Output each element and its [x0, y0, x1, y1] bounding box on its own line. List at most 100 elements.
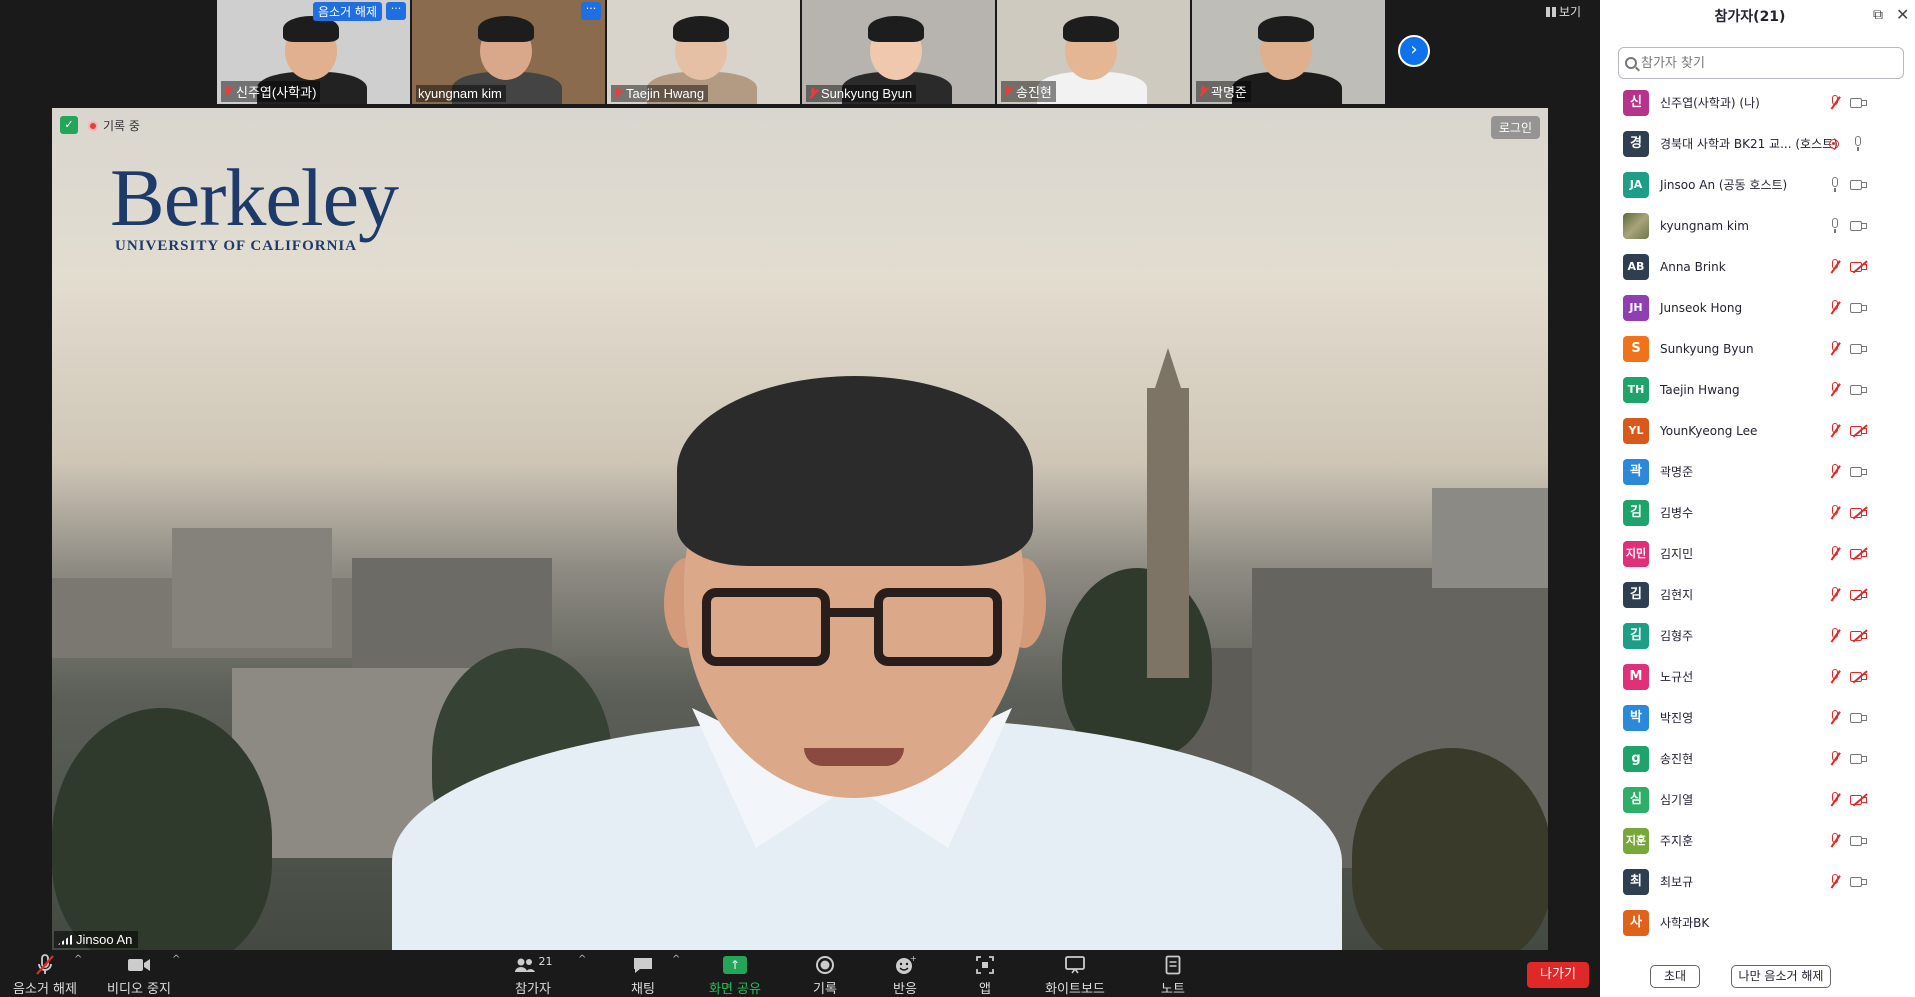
- participant-row[interactable]: g 송진현: [1600, 738, 1915, 779]
- mic-muted-icon[interactable]: [1829, 668, 1841, 685]
- video-off-icon[interactable]: [1850, 628, 1868, 642]
- audio-options-caret[interactable]: ^: [74, 954, 82, 965]
- video-icon[interactable]: [1850, 302, 1868, 314]
- mic-icon[interactable]: [1829, 217, 1841, 234]
- participant-row[interactable]: TH Taejin Hwang: [1600, 369, 1915, 410]
- participants-button[interactable]: 21 참가자: [508, 954, 558, 997]
- participant-row[interactable]: S Sunkyung Byun: [1600, 328, 1915, 369]
- participant-thumbnail[interactable]: ··· kyungnam kim: [412, 0, 605, 104]
- participant-row[interactable]: JH Junseok Hong: [1600, 287, 1915, 328]
- mic-off-icon: [808, 87, 818, 100]
- more-options-button[interactable]: ···: [581, 2, 601, 20]
- participant-row[interactable]: 신 신주엽(사학과) (나): [1600, 82, 1915, 123]
- participant-row[interactable]: 김 김현지: [1600, 574, 1915, 615]
- video-icon[interactable]: [1850, 876, 1868, 888]
- reactions-button[interactable]: + 반응: [880, 954, 930, 997]
- video-icon[interactable]: [1850, 97, 1868, 109]
- mic-muted-icon[interactable]: [1829, 504, 1841, 521]
- participant-thumbnail[interactable]: 음소거 해제 ··· 신주엽(사학과): [217, 0, 410, 104]
- participant-row[interactable]: YL YounKyeong Lee: [1600, 410, 1915, 451]
- shield-icon[interactable]: ✓: [60, 116, 78, 134]
- active-speaker-video: Berkeley UNIVERSITY OF CALIFORNIA ✓ 기록 중…: [52, 108, 1548, 950]
- participant-row[interactable]: JA Jinsoo An (공동 호스트): [1600, 164, 1915, 205]
- participant-row[interactable]: AB Anna Brink: [1600, 246, 1915, 287]
- share-screen-button[interactable]: ↑ 화면 공유: [700, 954, 770, 997]
- participant-row[interactable]: 김 김형주: [1600, 615, 1915, 656]
- chat-options-caret[interactable]: ^: [672, 954, 680, 965]
- mic-muted-icon[interactable]: [1829, 463, 1841, 480]
- participant-row[interactable]: 김 김병수: [1600, 492, 1915, 533]
- mic-muted-icon[interactable]: [1829, 381, 1841, 398]
- mic-muted-icon[interactable]: [1829, 258, 1841, 275]
- participant-thumbnail[interactable]: Sunkyung Byun: [802, 0, 995, 104]
- video-options-caret[interactable]: ^: [172, 954, 180, 965]
- view-button[interactable]: 보기: [1546, 3, 1581, 20]
- video-icon[interactable]: [1850, 343, 1868, 355]
- mic-muted-icon[interactable]: [1829, 709, 1841, 726]
- mic-icon[interactable]: [1852, 135, 1864, 152]
- participant-thumbnail[interactable]: 송진현: [997, 0, 1190, 104]
- participant-thumbnail[interactable]: Taejin Hwang: [607, 0, 800, 104]
- participant-row[interactable]: M 노규선: [1600, 656, 1915, 697]
- more-options-button[interactable]: ···: [386, 2, 406, 20]
- mic-muted-icon[interactable]: [1829, 627, 1841, 644]
- participant-row[interactable]: 심 심기열: [1600, 779, 1915, 820]
- search-input[interactable]: [1641, 55, 1891, 71]
- participant-row[interactable]: 사 사학과BK: [1600, 902, 1915, 943]
- video-icon[interactable]: [1850, 753, 1868, 765]
- participant-row[interactable]: 곽 곽명준: [1600, 451, 1915, 492]
- mic-muted-icon[interactable]: [1829, 422, 1841, 439]
- mic-muted-icon[interactable]: [1829, 873, 1841, 890]
- participant-search[interactable]: [1618, 47, 1904, 79]
- video-off-icon[interactable]: [1850, 792, 1868, 806]
- mic-muted-icon[interactable]: [1829, 586, 1841, 603]
- participant-row[interactable]: 경 경북대 사학과 BK21 교... (호스트): [1600, 123, 1915, 164]
- leave-button[interactable]: 나가기: [1527, 962, 1589, 988]
- video-off-icon[interactable]: [1850, 505, 1868, 519]
- mic-muted-icon[interactable]: [1829, 94, 1841, 111]
- unmute-request-tag[interactable]: 음소거 해제: [312, 2, 382, 21]
- panel-footer: 초대 나만 음소거 해제: [1600, 960, 1915, 997]
- next-page-button[interactable]: ›: [1398, 35, 1430, 67]
- participant-row[interactable]: 최 최보규: [1600, 861, 1915, 902]
- video-off-icon[interactable]: [1850, 669, 1868, 683]
- unmute-me-button[interactable]: 나만 음소거 해제: [1731, 965, 1831, 988]
- popout-icon[interactable]: ⧉: [1873, 7, 1883, 23]
- video-icon[interactable]: [1850, 220, 1868, 232]
- participant-row[interactable]: kyungnam kim: [1600, 205, 1915, 246]
- video-off-icon[interactable]: [1850, 423, 1868, 437]
- login-button[interactable]: 로그인: [1490, 116, 1540, 139]
- participant-row[interactable]: 박 박진영: [1600, 697, 1915, 738]
- mic-muted-icon[interactable]: [1829, 750, 1841, 767]
- video-icon[interactable]: [1850, 835, 1868, 847]
- mic-muted-icon[interactable]: [1829, 299, 1841, 316]
- video-icon[interactable]: [1850, 179, 1868, 191]
- participant-thumbnail[interactable]: 곽명준: [1192, 0, 1385, 104]
- stop-video-button[interactable]: 비디오 중지: [104, 954, 174, 997]
- chat-button[interactable]: 채팅: [618, 954, 668, 997]
- whiteboard-button[interactable]: 화이트보드: [1040, 954, 1110, 997]
- video-icon[interactable]: [1850, 712, 1868, 724]
- record-button[interactable]: 기록: [800, 954, 850, 997]
- invite-button[interactable]: 초대: [1650, 965, 1700, 988]
- video-icon[interactable]: [1850, 384, 1868, 396]
- participant-row[interactable]: 지훈 주지훈: [1600, 820, 1915, 861]
- mic-icon[interactable]: [1829, 176, 1841, 193]
- video-off-icon[interactable]: [1850, 546, 1868, 560]
- video-icon[interactable]: [1850, 466, 1868, 478]
- unmute-button[interactable]: 음소거 해제: [10, 954, 80, 997]
- mic-muted-icon[interactable]: [1829, 832, 1841, 849]
- recording-indicator[interactable]: 기록 중: [88, 117, 140, 134]
- whiteboard-icon: [1065, 956, 1085, 974]
- apps-button[interactable]: 앱: [960, 954, 1010, 997]
- close-icon[interactable]: ✕: [1896, 5, 1909, 24]
- mic-muted-icon[interactable]: [1829, 340, 1841, 357]
- video-off-icon[interactable]: [1850, 587, 1868, 601]
- video-off-icon[interactable]: [1850, 259, 1868, 273]
- mic-muted-icon[interactable]: [1829, 791, 1841, 808]
- participants-options-caret[interactable]: ^: [578, 954, 586, 965]
- mic-muted-icon[interactable]: [1829, 545, 1841, 562]
- participant-row[interactable]: 지민 김지민: [1600, 533, 1915, 574]
- thumbnail-name: 곽명준: [1211, 85, 1247, 100]
- notes-button[interactable]: 노트: [1148, 954, 1198, 997]
